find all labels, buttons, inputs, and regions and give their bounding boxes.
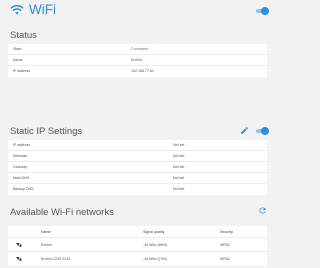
status-row-name: Name Enxhin xyxy=(8,55,267,66)
static-ip-label: IP address xyxy=(13,143,31,147)
static-ip-card: IP address Not set Netmask Not set Gatew… xyxy=(8,140,267,195)
status-row-ip: IP address 192.168.77.61 xyxy=(8,66,267,77)
static-ip-value: Not set xyxy=(173,165,185,169)
column-header-signal: Signal quality xyxy=(143,230,165,234)
network-row[interactable]: Enxhin-2230-9132 -49 dBm (73%) WPA2 xyxy=(8,252,267,266)
networks-table: Name Signal quality Security Enxhin -45 … xyxy=(8,226,267,266)
networks-header-row: Name Signal quality Security xyxy=(8,226,267,238)
wifi-enable-toggle[interactable] xyxy=(256,7,269,15)
static-ip-label: Gateway xyxy=(13,165,28,169)
status-label: Name xyxy=(13,58,23,62)
edit-pencil-icon[interactable] xyxy=(240,126,249,135)
wifi-icon xyxy=(10,5,24,15)
status-label: IP address xyxy=(13,69,31,73)
column-header-security: Security xyxy=(220,230,233,234)
network-signal: -45 dBm (86%) xyxy=(143,243,168,247)
static-ip-value: Not set xyxy=(173,143,185,147)
static-ip-row: Main DNS Not set xyxy=(8,173,267,184)
network-signal: -49 dBm (73%) xyxy=(143,257,168,261)
page-title: WiFi xyxy=(29,2,56,17)
static-ip-row: IP address Not set xyxy=(8,140,267,151)
status-value: Connected xyxy=(131,47,149,51)
status-card: State Connected Name Enxhin IP address 1… xyxy=(8,44,267,77)
static-ip-value: Not set xyxy=(173,154,185,158)
status-row-state: State Connected xyxy=(8,44,267,55)
static-ip-row: Netmask Not set xyxy=(8,151,267,162)
static-ip-section-title: Static IP Settings xyxy=(10,126,83,137)
network-name: Enxhin xyxy=(41,243,52,247)
status-value: Enxhin xyxy=(131,58,142,62)
static-ip-toggle[interactable] xyxy=(256,127,269,135)
status-value: 192.168.77.61 xyxy=(131,69,154,73)
static-ip-row: Backup DNS Not set xyxy=(8,184,267,195)
static-ip-label: Backup DNS xyxy=(13,187,34,191)
static-ip-value: Not set xyxy=(173,176,185,180)
network-name: Enxhin-2230-9132 xyxy=(41,257,71,261)
status-label: State xyxy=(13,47,22,51)
static-ip-value: Not set xyxy=(173,187,185,191)
app-header: WiFi xyxy=(0,0,275,22)
wifi-locked-icon xyxy=(16,257,22,261)
static-ip-label: Main DNS xyxy=(13,176,30,180)
network-row[interactable]: Enxhin -45 dBm (86%) WPA2 xyxy=(8,238,267,252)
network-security: WPA2 xyxy=(220,257,230,261)
networks-section-title: Available Wi-Fi networks xyxy=(10,207,114,218)
static-ip-row: Gateway Not set xyxy=(8,162,267,173)
wifi-locked-icon xyxy=(16,243,22,247)
column-header-name: Name xyxy=(41,230,51,234)
refresh-icon[interactable] xyxy=(258,206,267,215)
static-ip-label: Netmask xyxy=(13,154,28,158)
network-security: WPA2 xyxy=(220,243,230,247)
status-section-title: Status xyxy=(10,30,37,41)
